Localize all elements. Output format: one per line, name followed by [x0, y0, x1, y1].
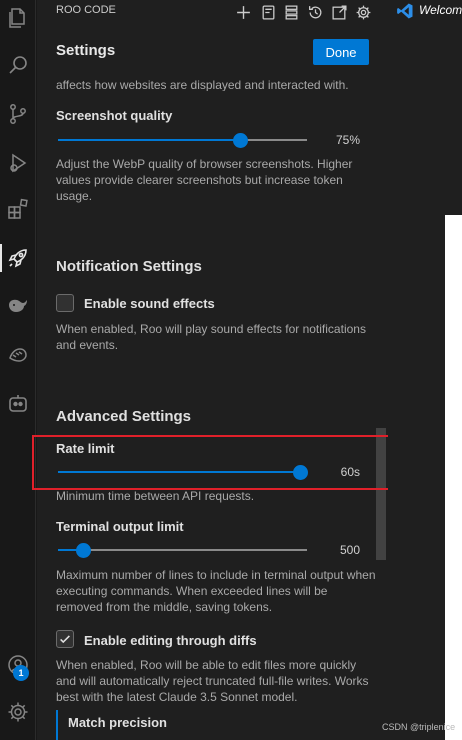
gear-icon[interactable] [353, 2, 373, 22]
sound-effects-description: When enabled, Roo will play sound effect… [56, 322, 366, 352]
manage-gear-icon[interactable] [0, 694, 36, 730]
welcome-tab[interactable]: Welcome [388, 0, 462, 22]
account-badge: 1 [13, 665, 29, 681]
diff-editing-label[interactable]: Enable editing through diffs [84, 633, 257, 648]
screenshot-quality-description: Adjust the WebP quality of browser scree… [56, 157, 353, 203]
activity-bar: 1 [0, 0, 36, 740]
rate-limit-description: Minimum time between API requests. [56, 489, 255, 503]
slider-thumb[interactable] [76, 543, 91, 558]
terminal-output-limit-value: 500 [339, 543, 360, 557]
diff-editing-checkbox[interactable] [56, 630, 74, 648]
history-icon[interactable] [305, 2, 325, 22]
slider-fill [58, 139, 240, 141]
rate-limit-highlight-box [32, 435, 404, 490]
screenshot-quality-slider[interactable] [58, 133, 307, 148]
terminal-output-limit-description: Maximum number of lines to include in te… [56, 568, 376, 614]
sound-effects-label[interactable]: Enable sound effects [84, 296, 215, 311]
roo-rocket-icon[interactable] [0, 240, 36, 276]
watermark: CSDN @triplenice [382, 722, 456, 732]
popout-icon[interactable] [329, 2, 349, 22]
run-debug-icon[interactable] [0, 145, 36, 181]
screenshot-quality-label: Screenshot quality [56, 108, 173, 123]
browser-viewport-description: affects how websites are displayed and i… [56, 78, 349, 91]
robot-icon[interactable] [0, 385, 36, 421]
panel-header: ROO CODE [37, 0, 388, 24]
advanced-settings-heading: Advanced Settings [56, 408, 192, 425]
screenshot-quality-value: 75% [335, 133, 360, 147]
search-icon[interactable] [0, 47, 36, 83]
checkmark-icon [60, 635, 70, 644]
mcp-servers-icon[interactable] [281, 2, 301, 22]
tab-title: Welcome [419, 3, 462, 17]
settings-title: Settings [56, 42, 116, 59]
files-icon[interactable] [0, 0, 36, 36]
match-precision-label: Match precision [68, 715, 167, 730]
cline-icon[interactable] [0, 336, 36, 372]
slider-track [58, 549, 307, 551]
terminal-output-limit-slider[interactable] [58, 543, 307, 558]
prompts-icon[interactable] [258, 2, 278, 22]
done-button[interactable]: Done [313, 39, 369, 65]
panel-title: ROO CODE [56, 4, 116, 16]
terminal-output-limit-label: Terminal output limit [56, 519, 184, 534]
plus-icon[interactable] [233, 2, 253, 22]
editor-content [445, 215, 462, 740]
whale-icon[interactable] [0, 287, 36, 323]
match-precision-block: Match precision [56, 710, 376, 740]
vscode-logo-icon [397, 3, 413, 19]
slider-thumb[interactable] [233, 133, 248, 148]
editor-area: Welcome [388, 0, 462, 740]
roo-code-panel: ROO CODE Settings Done affects how websi… [37, 0, 388, 740]
notification-settings-heading: Notification Settings [56, 258, 202, 275]
sound-effects-checkbox[interactable] [56, 294, 74, 312]
diff-editing-description: When enabled, Roo will be able to edit f… [56, 658, 369, 704]
source-control-icon[interactable] [0, 96, 36, 132]
extensions-icon[interactable] [0, 191, 36, 227]
